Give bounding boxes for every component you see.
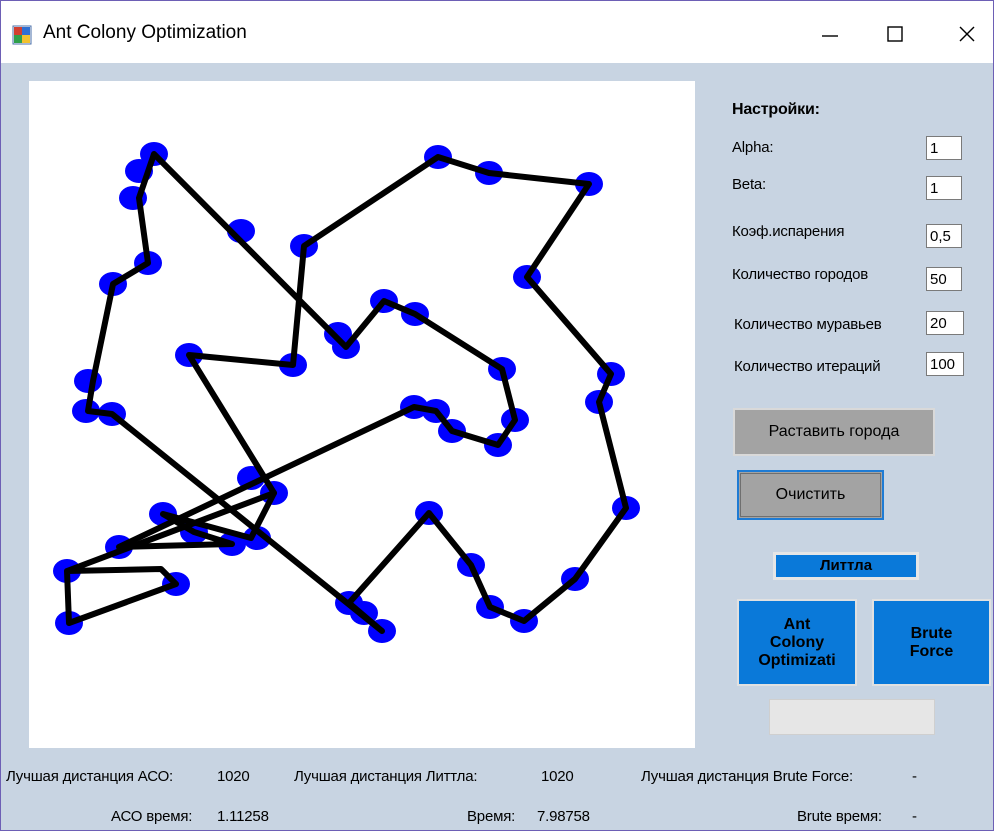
time-label: Время: — [467, 808, 516, 825]
title-bar[interactable]: Ant Colony Optimization — [1, 1, 993, 63]
best-aco-value: 1020 — [217, 768, 250, 785]
evaporation-input[interactable] — [926, 224, 962, 248]
city-dot — [74, 369, 102, 393]
place-cities-button[interactable]: Раставить города — [733, 408, 935, 456]
aco-time-label: АСО время: — [111, 808, 193, 825]
route-drawing — [53, 142, 640, 643]
brute-button-line2: Force — [909, 642, 954, 660]
brute-button-line1: Brute — [910, 624, 953, 642]
beta-input[interactable] — [926, 176, 962, 200]
evaporation-label: Коэф.испарения — [732, 223, 845, 240]
settings-header: Настройки: — [732, 101, 820, 118]
progress-bar — [769, 699, 935, 735]
brute-time-label: Brute время: — [797, 808, 882, 825]
alpha-input[interactable] — [926, 136, 962, 160]
ants-count-label: Количество муравьев — [734, 316, 882, 333]
brute-force-button[interactable]: Brute Force — [872, 599, 991, 686]
best-brute-value: - — [912, 768, 917, 785]
best-aco-label: Лучшая дистанция АСО: — [6, 768, 174, 785]
tsp-canvas[interactable] — [29, 81, 695, 748]
aco-time-value: 1.11258 — [217, 808, 269, 825]
app-window-icon — [12, 25, 32, 45]
cities-count-input[interactable] — [926, 267, 962, 291]
maximize-button[interactable] — [867, 11, 923, 57]
aco-button-line2: Colony — [769, 633, 825, 651]
cities-count-label: Количество городов — [732, 266, 869, 283]
ants-count-input[interactable] — [926, 311, 964, 335]
aco-button-line1: Ant — [783, 615, 811, 633]
main-window: Ant Colony Optimization Настройки: Alpha… — [0, 0, 994, 831]
close-icon — [959, 26, 975, 42]
brute-time-value: - — [912, 808, 917, 825]
window-title: Ant Colony Optimization — [43, 22, 247, 43]
littla-button[interactable]: Литтла — [773, 552, 919, 580]
iterations-label: Количество итераций — [734, 358, 881, 375]
best-brute-label: Лучшая дистанция Brute Force: — [641, 768, 853, 785]
close-button[interactable] — [939, 11, 994, 57]
aco-button-line3: Optimizati — [758, 651, 836, 669]
time-value: 7.98758 — [537, 808, 590, 825]
beta-label: Beta: — [732, 176, 767, 193]
iterations-input[interactable] — [926, 352, 964, 376]
minimize-icon — [822, 35, 838, 37]
best-littla-label: Лучшая дистанция Литтла: — [294, 768, 478, 785]
maximize-icon — [887, 26, 903, 42]
best-route-path — [85, 151, 629, 634]
alpha-label: Alpha: — [732, 139, 774, 156]
aco-button[interactable]: Ant Colony Optimizati — [737, 599, 857, 686]
best-littla-value: 1020 — [541, 768, 574, 785]
clear-button[interactable]: Очистить — [737, 470, 884, 520]
minimize-button[interactable] — [802, 11, 858, 57]
